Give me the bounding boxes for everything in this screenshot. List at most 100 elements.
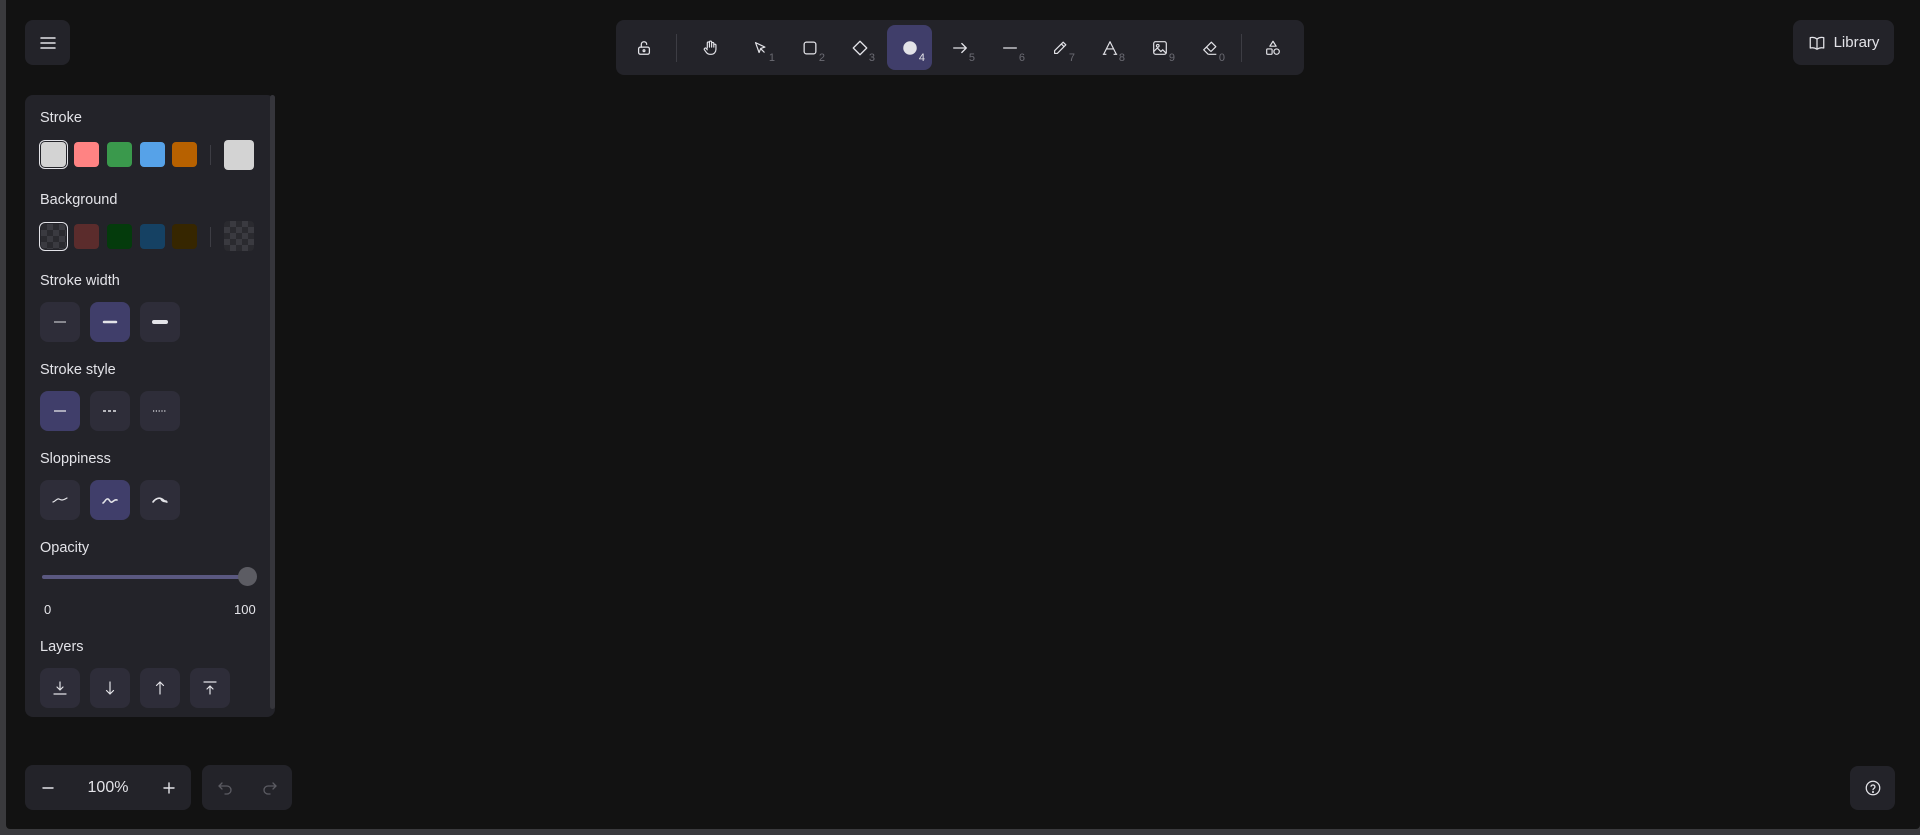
panel-scrollbar[interactable] — [270, 95, 275, 709]
undo-icon — [217, 780, 233, 796]
bring-to-front-icon — [202, 680, 218, 696]
help-button[interactable] — [1850, 766, 1895, 810]
tool-shortcut-key: 7 — [1068, 52, 1075, 64]
sloppiness-architect[interactable] — [40, 480, 80, 520]
opacity-title: Opacity — [40, 540, 90, 556]
tool-hand[interactable] — [687, 25, 732, 70]
tool-shortcut-key: 3 — [868, 52, 875, 64]
cursor-icon — [751, 39, 769, 57]
stroke-style-dashed[interactable] — [90, 391, 130, 431]
sloppiness-cartoonist[interactable] — [140, 480, 180, 520]
toolbar-divider — [676, 34, 677, 62]
bring-to-front-button[interactable] — [190, 668, 230, 708]
library-label: Library — [1833, 34, 1880, 51]
stroke-current-color[interactable] — [224, 140, 254, 170]
tool-draw[interactable]: 7 — [1037, 25, 1082, 70]
drawing-canvas[interactable] — [6, 0, 1920, 829]
rectangle-icon — [801, 39, 819, 57]
layers-title: Layers — [40, 639, 84, 655]
background-color-swatch[interactable] — [74, 224, 99, 249]
sloppiness-artist[interactable] — [90, 480, 130, 520]
tool-arrow[interactable]: 5 — [937, 25, 982, 70]
diamond-icon — [851, 39, 869, 57]
zoom-in-button[interactable] — [146, 765, 191, 810]
stroke-color-swatch[interactable] — [107, 142, 132, 167]
minus-icon — [41, 781, 55, 795]
tool-image[interactable]: 9 — [1137, 25, 1182, 70]
stroke-title: Stroke — [40, 110, 82, 126]
background-title: Background — [40, 192, 118, 208]
swatch-divider — [210, 145, 211, 165]
toolbar: 1 2 3 4 5 6 7 8 9 0 — [616, 20, 1304, 75]
tool-shortcut-key: 6 — [1018, 52, 1025, 64]
tool-extra-tools[interactable] — [1250, 25, 1295, 70]
tool-eraser[interactable]: 0 — [1187, 25, 1232, 70]
tool-rectangle[interactable]: 2 — [787, 25, 832, 70]
zoom-controls: 100% — [25, 765, 191, 810]
opacity-min-label: 0 — [44, 602, 52, 617]
tool-shortcut-key: 2 — [818, 52, 825, 64]
background-color-swatch[interactable] — [107, 224, 132, 249]
tool-shortcut-key: 4 — [918, 52, 925, 64]
tool-shortcut-key: 1 — [768, 52, 775, 64]
tool-shortcut-key: 9 — [1168, 52, 1175, 64]
main-menu-button[interactable] — [25, 20, 70, 65]
background-color-swatch[interactable] — [39, 222, 68, 251]
tool-shortcut-key: 5 — [968, 52, 975, 64]
stroke-style-dotted[interactable] — [140, 391, 180, 431]
stroke-color-swatch[interactable] — [39, 140, 68, 169]
background-color-swatch[interactable] — [172, 224, 197, 249]
redo-icon — [262, 780, 278, 796]
send-backward-button[interactable] — [90, 668, 130, 708]
toolbar-divider — [1241, 34, 1242, 62]
line-icon — [1001, 39, 1019, 57]
send-to-back-button[interactable] — [40, 668, 80, 708]
tool-selection[interactable]: 1 — [737, 25, 782, 70]
tool-ellipse[interactable]: 4 — [887, 25, 932, 70]
opacity-slider-track[interactable] — [42, 575, 246, 579]
hamburger-icon — [39, 36, 56, 50]
unlock-icon — [635, 39, 653, 57]
book-icon — [1808, 34, 1826, 52]
tool-line[interactable]: 6 — [987, 25, 1032, 70]
stroke-color-swatch[interactable] — [74, 142, 99, 167]
history-controls — [202, 765, 292, 810]
hand-icon — [701, 39, 719, 57]
swatch-divider — [210, 227, 211, 247]
stroke-color-swatch[interactable] — [140, 142, 165, 167]
plus-icon — [162, 781, 176, 795]
tool-shortcut-key: 8 — [1118, 52, 1125, 64]
stroke-width-bold[interactable] — [90, 302, 130, 342]
undo-button[interactable] — [202, 765, 247, 810]
sloppiness-title: Sloppiness — [40, 451, 111, 467]
image-icon — [1151, 39, 1169, 57]
shapes-icon — [1264, 39, 1282, 57]
bring-forward-button[interactable] — [140, 668, 180, 708]
opacity-slider-thumb[interactable] — [238, 567, 257, 586]
background-current-color[interactable] — [224, 221, 254, 251]
eraser-icon — [1201, 39, 1219, 57]
zoom-out-button[interactable] — [25, 765, 70, 810]
tool-lock[interactable] — [621, 25, 666, 70]
tool-shortcut-key: 0 — [1218, 52, 1225, 64]
opacity-max-label: 100 — [234, 602, 256, 617]
arrow-down-icon — [102, 680, 118, 696]
arrow-right-icon — [951, 39, 969, 57]
tool-text[interactable]: 8 — [1087, 25, 1132, 70]
zoom-reset-button[interactable]: 100% — [70, 765, 146, 810]
background-color-swatch[interactable] — [140, 224, 165, 249]
ellipse-icon — [901, 39, 919, 57]
redo-button[interactable] — [247, 765, 292, 810]
stroke-color-swatch[interactable] — [172, 142, 197, 167]
stroke-style-solid[interactable] — [40, 391, 80, 431]
text-icon — [1101, 39, 1119, 57]
library-button[interactable]: Library — [1793, 20, 1894, 65]
stroke-width-title: Stroke width — [40, 273, 120, 289]
stroke-width-thin[interactable] — [40, 302, 80, 342]
tool-diamond[interactable]: 3 — [837, 25, 882, 70]
properties-panel: Stroke Background Stroke width Stroke st… — [25, 95, 275, 717]
stroke-width-extra-bold[interactable] — [140, 302, 180, 342]
send-to-back-icon — [52, 680, 68, 696]
pencil-icon — [1051, 39, 1069, 57]
arrow-up-icon — [152, 680, 168, 696]
